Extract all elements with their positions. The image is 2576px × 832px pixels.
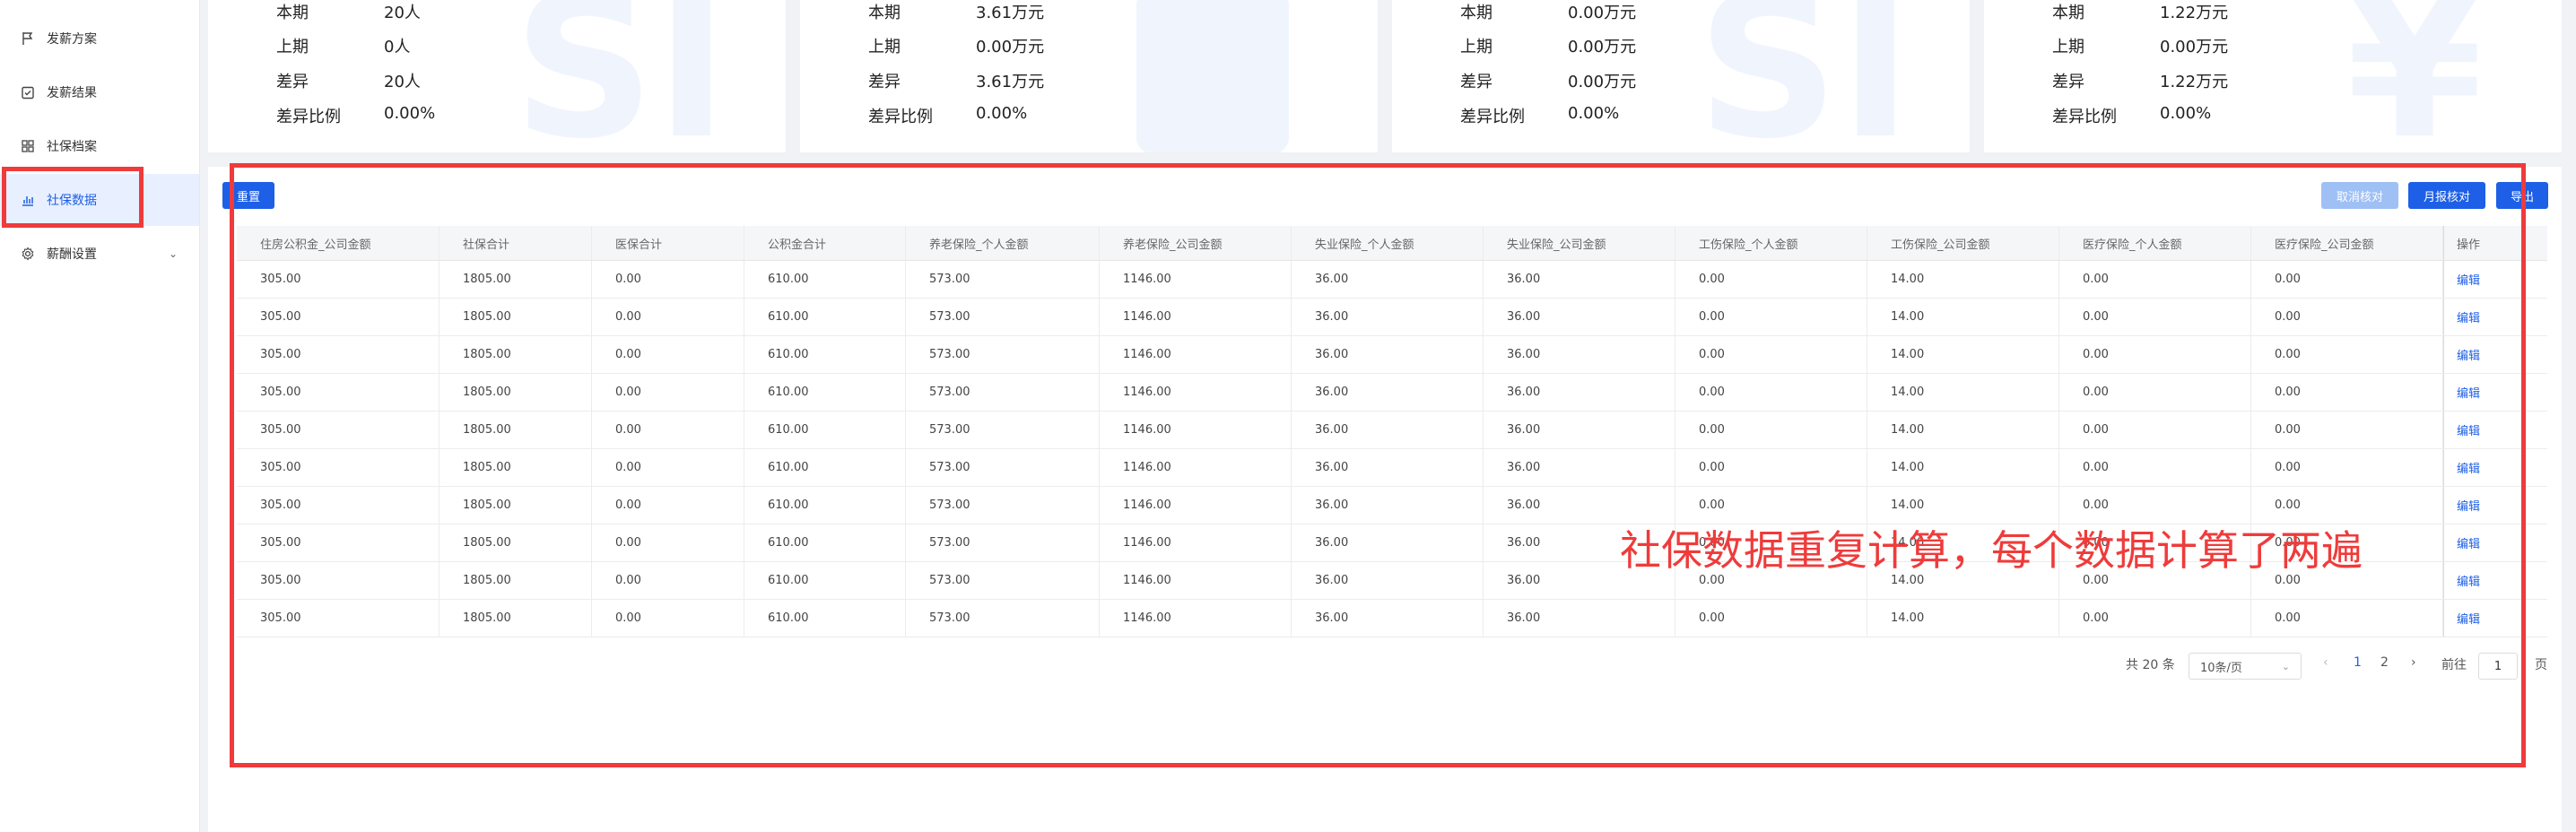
sidebar-item-payroll-result[interactable]: 发薪结果 — [0, 66, 199, 118]
stats-card-headcount: SI 本期 20人 上期 0人 差异 20人 差异比例 0.00% — [208, 0, 786, 152]
stat-row-diff: 差异 0.00万元 — [1460, 73, 1637, 91]
stat-row-current: 本期 20人 — [276, 4, 421, 22]
stat-row-current: 本期 0.00万元 — [1460, 4, 1637, 22]
sidebar-item-label: 发薪结果 — [47, 86, 97, 100]
stat-row-diff-ratio: 差异比例 0.00% — [868, 104, 1028, 126]
flag-icon — [20, 30, 36, 47]
stat-row-current: 本期 1.22万元 — [2052, 4, 2229, 22]
sidebar-item-salary-settings[interactable]: 薪酬设置 ⌄ — [0, 228, 199, 280]
sidebar: 发薪方案 发薪结果 社保档案 社保数据 薪酬设置 ⌄ — [0, 0, 200, 832]
stat-row-previous: 上期 0.00万元 — [868, 38, 1045, 56]
stat-row-diff-ratio: 差异比例 0.00% — [2052, 104, 2212, 126]
stat-row-diff: 差异 3.61万元 — [868, 73, 1045, 91]
stats-card-social-total: 本期 3.61万元 上期 0.00万元 差异 3.61万元 差异比例 0.00% — [800, 0, 1378, 152]
stat-row-diff: 差异 20人 — [276, 73, 421, 91]
gear-icon — [20, 246, 36, 262]
chevron-down-icon: ⌄ — [168, 247, 178, 260]
sidebar-item-label: 社保档案 — [47, 140, 97, 154]
highlight-box-table — [230, 163, 2526, 767]
stat-row-current: 本期 3.61万元 — [868, 4, 1045, 22]
yen-icon: ¥ — [2345, 0, 2484, 152]
si-logo-icon: SI — [512, 0, 729, 152]
calendar-check-icon — [20, 84, 36, 100]
stat-row-previous: 上期 0.00万元 — [1460, 38, 1637, 56]
highlight-box-sidebar — [2, 167, 144, 228]
stat-row-previous: 上期 0.00万元 — [2052, 38, 2229, 56]
stats-card-fund-total: SI 本期 0.00万元 上期 0.00万元 差异 0.00万元 差异比例 0.00% — [1392, 0, 1970, 152]
sidebar-item-label: 薪酬设置 — [47, 247, 97, 262]
grid-icon — [20, 138, 36, 154]
sidebar-item-social-archive[interactable]: 社保档案 — [0, 120, 199, 172]
stat-row-diff-ratio: 差异比例 0.00% — [276, 104, 436, 126]
database-icon — [1069, 0, 1356, 152]
stat-row-diff-ratio: 差异比例 0.00% — [1460, 104, 1620, 126]
sidebar-item-payroll-plan[interactable]: 发薪方案 — [0, 13, 199, 65]
stat-row-diff: 差异 1.22万元 — [2052, 73, 2229, 91]
stat-row-previous: 上期 0人 — [276, 38, 411, 56]
si-logo-icon: SI — [1696, 0, 1913, 152]
sidebar-item-label: 发薪方案 — [47, 32, 97, 47]
stats-card-amount: ¥ 本期 1.22万元 上期 0.00万元 差异 1.22万元 差异比例 0.00% — [1984, 0, 2562, 152]
annotation-text: 社保数据重复计算，每个数据计算了两遍 — [1620, 526, 2363, 575]
page-suffix: 页 — [2535, 658, 2547, 672]
